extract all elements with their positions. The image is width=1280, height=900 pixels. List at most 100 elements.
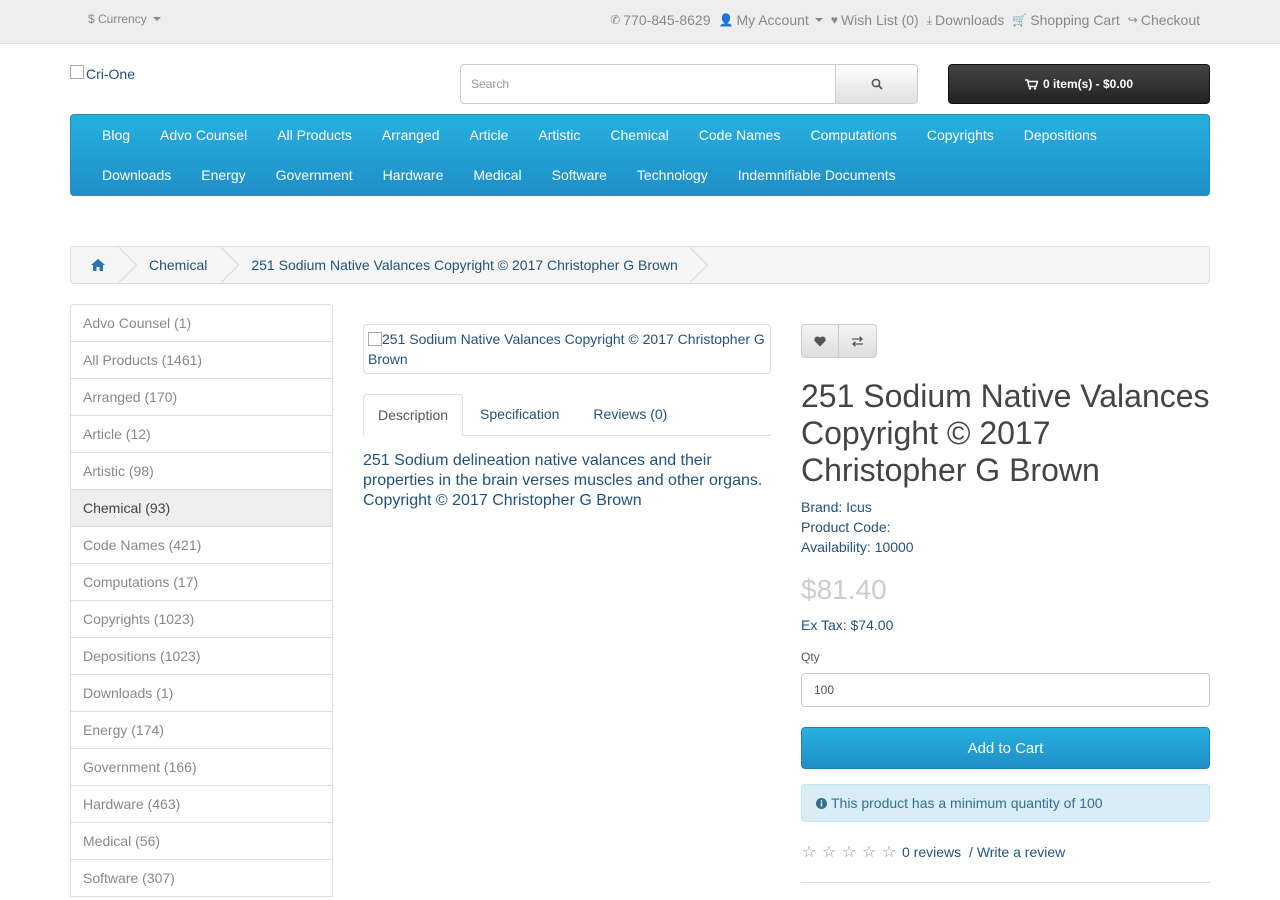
menu-item-computations[interactable]: Computations (795, 115, 911, 155)
sidebar-item[interactable]: Depositions (1023) (71, 638, 332, 675)
menu-item-copyrights[interactable]: Copyrights (912, 115, 1009, 155)
tab-description[interactable]: Description (363, 394, 464, 436)
top-link-user[interactable]: 👤 My Account (718, 12, 823, 28)
product-description: 251 Sodium delineation native valances a… (363, 452, 763, 509)
write-review-link[interactable]: Write a review (977, 844, 1065, 860)
star-icon: ☆ (841, 844, 857, 861)
phone-icon: ✆ (610, 13, 621, 27)
rating-separator: / (965, 844, 977, 860)
sidebar-item[interactable]: All Products (1461) (71, 342, 332, 379)
search-input[interactable] (460, 64, 835, 104)
menu-row-2: Downloads Energy Government Hardware Medical… (87, 155, 911, 195)
menu-item-code-names[interactable]: Code Names (684, 115, 796, 155)
breadcrumb-separator (220, 247, 247, 283)
search-icon (871, 78, 883, 90)
tab-reviews[interactable]: Reviews (0) (576, 394, 684, 436)
breadcrumb: Chemical 251 Sodium Native Valances Copy… (70, 246, 1210, 284)
exchange-icon (852, 335, 863, 347)
sidebar-item[interactable]: Arranged (170) (71, 379, 332, 416)
top-link-share[interactable]: ↪ Checkout (1128, 12, 1200, 28)
product-tabs: Description Specification Reviews (0) (363, 394, 771, 436)
search-button[interactable] (835, 64, 918, 104)
menu-item-advo-counsel[interactable]: Advo Counsel (145, 115, 262, 155)
star-icon: ☆ (861, 844, 877, 861)
menu-item-government[interactable]: Government (261, 155, 368, 195)
brand-line: Brand: Icus (801, 497, 914, 517)
add-to-cart-button[interactable]: Add to Cart (801, 727, 1210, 769)
brand-link[interactable]: Icus (846, 499, 872, 515)
menu-item-indemnifiable-documents[interactable]: Indemnifiable Documents (723, 155, 911, 195)
sidebar-item[interactable]: Article (12) (71, 416, 332, 453)
menu-item-article[interactable]: Article (455, 115, 524, 155)
breadcrumb-separator (118, 247, 145, 283)
sidebar-item[interactable]: Government (166) (71, 749, 332, 786)
product-image[interactable]: 251 Sodium Native Valances Copyright © 2… (363, 324, 771, 374)
top-link-heart[interactable]: ♥ Wish List (0) (831, 12, 919, 28)
category-sidebar: Advo Counsel (1) All Products (1461) Arran… (70, 304, 333, 897)
breadcrumb-item-chemical[interactable]: Chemical (145, 247, 221, 283)
top-link-shopping-cart[interactable]: 🛒 Shopping Cart (1012, 12, 1119, 28)
min-qty-alert: This product has a minimum quantity of 1… (801, 784, 1210, 822)
menu-item-all-products[interactable]: All Products (262, 115, 367, 155)
menu-item-medical[interactable]: Medical (458, 155, 536, 195)
divider (801, 882, 1210, 883)
menu-item-blog[interactable]: Blog (87, 115, 145, 155)
sidebar-item[interactable]: Hardware (463) (71, 786, 332, 823)
chevron-down-icon (152, 17, 161, 21)
top-link-label: My Account (736, 12, 809, 28)
menu-item-hardware[interactable]: Hardware (368, 155, 459, 195)
product-meta: Brand: Icus Product Code: Availability: … (801, 497, 914, 557)
logo-alt-text: Cri-One (86, 66, 136, 82)
rating-stars: ☆ ☆ ☆ ☆ ☆ (801, 842, 897, 862)
menu-item-depositions[interactable]: Depositions (1009, 115, 1112, 155)
sidebar-item[interactable]: Computations (17) (71, 564, 332, 601)
reviews-link[interactable]: 0 reviews (902, 844, 961, 860)
breadcrumb-separator (688, 247, 716, 283)
menu-item-chemical[interactable]: Chemical (595, 115, 683, 155)
top-links: ✆ 770-845-8629 👤 My Account ♥ Wish List (0) ⤓ D… (610, 12, 1200, 28)
breadcrumb-home[interactable] (71, 247, 119, 283)
compare-button[interactable] (839, 324, 877, 358)
sidebar-item[interactable]: Advo Counsel (1) (71, 305, 332, 342)
sidebar-item[interactable]: Chemical (93) (71, 490, 332, 527)
chevron-down-icon (814, 18, 823, 22)
top-link-label: Shopping Cart (1030, 12, 1120, 28)
download-icon: ⤓ (926, 13, 933, 27)
sidebar-item[interactable]: Artistic (98) (71, 453, 332, 490)
wishlist-button[interactable] (801, 324, 839, 358)
currency-dropdown[interactable]: $ Currency (88, 12, 161, 26)
menu-item-downloads[interactable]: Downloads (87, 155, 186, 195)
sidebar-item[interactable]: Downloads (1) (71, 675, 332, 712)
product-price: $81.40 (801, 574, 887, 605)
sidebar-item[interactable]: Software (307) (71, 860, 332, 897)
logo[interactable]: Cri-One (70, 65, 136, 82)
menu-item-arranged[interactable]: Arranged (367, 115, 455, 155)
breadcrumb-item-product[interactable]: 251 Sodium Native Valances Copyright © 2… (247, 247, 689, 283)
sidebar-item[interactable]: Code Names (421) (71, 527, 332, 564)
sidebar-item[interactable]: Medical (56) (71, 823, 332, 860)
menu-row-1: Blog Advo Counsel All Products Arranged Arti… (87, 115, 1112, 155)
tab-specification[interactable]: Specification (463, 394, 576, 436)
top-link-download[interactable]: ⤓ Downloads (927, 12, 1005, 28)
top-link-label: 770-845-8629 (623, 12, 711, 28)
top-link-phone[interactable]: ✆ 770-845-8629 (610, 12, 710, 28)
heart-icon (814, 336, 826, 346)
breadcrumb-label: Chemical (149, 257, 208, 273)
share-icon: ↪ (1127, 13, 1138, 27)
main-menu: Blog Advo Counsel All Products Arranged Arti… (70, 114, 1210, 196)
heart-icon: ♥ (830, 13, 838, 27)
top-bar: $ Currency ✆ 770-845-8629 👤 My Account ♥ Wish… (0, 0, 1280, 44)
menu-item-software[interactable]: Software (537, 155, 622, 195)
cart-button[interactable]: 0 item(s) - $0.00 (948, 64, 1210, 104)
sidebar-item[interactable]: Energy (174) (71, 712, 332, 749)
breadcrumb-label: 251 Sodium Native Valances Copyright © 2… (251, 257, 678, 273)
star-icon: ☆ (821, 844, 837, 861)
menu-item-energy[interactable]: Energy (186, 155, 260, 195)
menu-item-artistic[interactable]: Artistic (523, 115, 595, 155)
cart-total: 0 item(s) - $0.00 (1042, 77, 1134, 91)
qty-input[interactable] (801, 673, 1210, 707)
menu-item-technology[interactable]: Technology (622, 155, 723, 195)
sidebar-item[interactable]: Copyrights (1023) (71, 601, 332, 638)
top-link-label: Checkout (1140, 12, 1200, 28)
star-icon: ☆ (801, 844, 817, 861)
